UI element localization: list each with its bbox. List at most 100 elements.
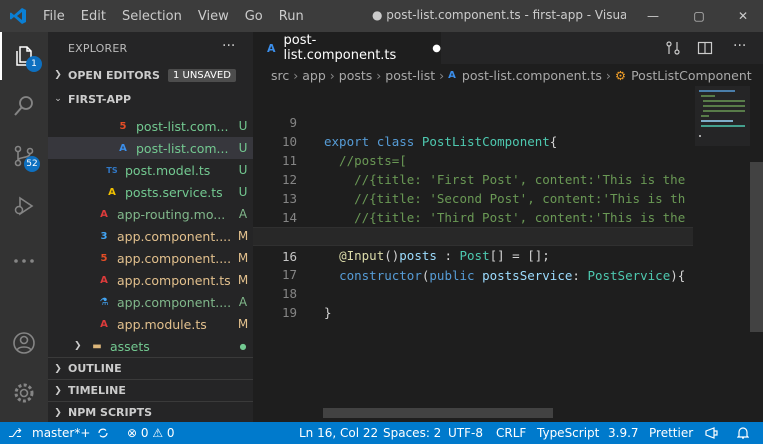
chevron-right-icon: › <box>293 67 299 83</box>
file-item[interactable]: A posts.service.ts U <box>48 181 253 203</box>
file-item[interactable]: 5 post-list.com... U <box>48 115 253 137</box>
project-section[interactable]: ⌄ FIRST-APP <box>48 88 253 110</box>
code-text: } <box>324 305 332 320</box>
title-bar: File Edit Selection View Go Run ● post-l… <box>0 0 763 32</box>
language-mode[interactable]: TypeScript <box>537 422 599 444</box>
angular-icon: A <box>119 142 127 154</box>
file-item[interactable]: TS post.model.ts U <box>48 159 253 181</box>
file-name: app.component.... <box>117 294 232 310</box>
search-activity-button[interactable] <box>0 82 48 130</box>
file-item[interactable]: A app-routing.mo... A <box>48 203 253 225</box>
minimap[interactable] <box>695 86 750 422</box>
encoding[interactable]: UTF-8 <box>448 422 483 444</box>
run-debug-activity-button[interactable] <box>0 182 48 230</box>
debug-icon <box>14 196 34 216</box>
manage-activity-button[interactable] <box>0 369 48 417</box>
accounts-activity-button[interactable] <box>0 319 48 367</box>
chevron-right-icon: ❯ <box>54 407 62 418</box>
unsaved-badge: 1 UNSAVED <box>167 68 236 82</box>
branch-status[interactable]: master*+ <box>32 422 90 444</box>
indentation[interactable]: Spaces: 2 <box>383 422 441 444</box>
ts-version[interactable]: 3.9.7 <box>608 422 639 444</box>
code-line: 14 //]; <box>253 189 693 244</box>
breadcrumb-item[interactable]: post-list.component.ts <box>462 68 602 83</box>
explorer-more-button[interactable]: ··· <box>222 38 235 54</box>
menu-go[interactable]: Go <box>245 9 263 24</box>
more-activity-button[interactable] <box>0 237 48 285</box>
vertical-scrollbar[interactable] <box>750 86 763 422</box>
npm-scripts-section[interactable]: ❯ NPM SCRIPTS <box>48 401 253 423</box>
problems-indicator[interactable]: ⊗ 0 ⚠ 0 <box>127 422 175 444</box>
folder-status-dot: ● <box>239 341 247 351</box>
close-button[interactable]: ✕ <box>728 0 758 32</box>
code-line: 9 export class PostListComponent{ <box>253 94 693 149</box>
chevron-right-icon: ❯ <box>54 385 62 396</box>
file-item[interactable]: 5 app.component.... M <box>48 247 253 269</box>
npm-scripts-label: NPM SCRIPTS <box>68 406 153 419</box>
notifications-bell-icon[interactable] <box>737 426 749 440</box>
breadcrumb: src › app › posts › post-list › A post-list.… <box>253 64 763 86</box>
code-line: 15 @Input()posts : Post[] = []; <box>253 208 693 263</box>
maximize-button[interactable]: ▢ <box>684 0 714 32</box>
vscode-logo-icon <box>10 8 26 24</box>
ellipsis-icon <box>14 259 34 263</box>
menu-view[interactable]: View <box>198 9 229 24</box>
service-icon: A <box>108 186 116 198</box>
tab-post-list-component-ts[interactable]: A post-list.component.ts ● <box>253 32 441 64</box>
menu-run[interactable]: Run <box>279 9 304 24</box>
outline-section[interactable]: ❯ OUTLINE <box>48 357 253 379</box>
file-item-selected[interactable]: A post-list.com... U <box>48 137 253 159</box>
end-of-line[interactable]: CRLF <box>496 422 526 444</box>
project-label: FIRST-APP <box>68 92 132 106</box>
menu-file[interactable]: File <box>43 9 65 24</box>
file-status: M <box>237 229 249 243</box>
breadcrumb-item[interactable]: src <box>271 68 289 83</box>
file-item[interactable]: A app.component.ts M <box>48 269 253 291</box>
file-item[interactable]: 3 app.component.... M <box>48 225 253 247</box>
folder-name: assets <box>110 338 150 354</box>
scroll-thumb[interactable] <box>750 162 763 332</box>
sync-icon[interactable] <box>97 427 109 439</box>
feedback-icon[interactable] <box>705 427 719 439</box>
menu-edit[interactable]: Edit <box>81 9 106 24</box>
chevron-right-icon: ❯ <box>54 363 62 374</box>
flask-icon: ⚗ <box>99 296 109 308</box>
horizontal-scroll-thumb[interactable] <box>323 408 553 418</box>
split-editor-icon[interactable] <box>697 40 713 56</box>
unsaved-dot-icon[interactable]: ● <box>432 43 441 54</box>
breadcrumb-item[interactable]: posts <box>339 68 373 83</box>
chevron-right-icon: ❯ <box>74 341 82 351</box>
angular-icon: A <box>100 274 108 286</box>
status-bar: ⎇ master*+ ⊗ 0 ⚠ 0 Ln 16, Col 22 Spaces:… <box>0 422 763 444</box>
file-name: app.component.ts <box>117 272 231 288</box>
open-editors-section[interactable]: ❯ OPEN EDITORS 1 UNSAVED <box>48 64 253 86</box>
formatter[interactable]: Prettier <box>649 422 693 444</box>
git-branch-icon: ⎇ <box>8 426 22 440</box>
open-editors-label: OPEN EDITORS <box>68 68 160 82</box>
minimize-button[interactable]: — <box>638 0 668 32</box>
timeline-label: TIMELINE <box>68 384 126 397</box>
html-icon: 5 <box>119 120 127 132</box>
chevron-down-icon: ⌄ <box>54 94 62 104</box>
folder-item[interactable]: ❯ ▬ assets ● <box>48 335 253 357</box>
open-changes-icon[interactable] <box>665 40 681 56</box>
file-item[interactable]: A app.module.ts M <box>48 313 253 335</box>
file-name: post-list.com... <box>136 118 229 134</box>
file-item[interactable]: ⚗ app.component.... A <box>48 291 253 313</box>
file-name: app.component.... <box>117 228 232 244</box>
breadcrumb-item[interactable]: app <box>302 68 326 83</box>
editor-more-button[interactable]: ··· <box>733 38 746 54</box>
code-line: 11 //{title: 'First Post', content:'This… <box>253 132 693 187</box>
breadcrumb-item[interactable]: post-list <box>385 68 435 83</box>
chevron-right-icon: › <box>605 67 611 83</box>
source-control-badge: 52 <box>24 156 40 172</box>
menu-selection[interactable]: Selection <box>122 9 182 24</box>
file-status: M <box>237 251 249 265</box>
code-line: 13 //{title: 'Third Post', content:'This… <box>253 170 693 225</box>
source-control-activity-button[interactable]: 52 <box>0 132 48 180</box>
breadcrumb-item[interactable]: PostListComponent <box>631 68 752 83</box>
explorer-activity-button[interactable]: 1 <box>0 32 48 80</box>
timeline-section[interactable]: ❯ TIMELINE <box>48 379 253 401</box>
typescript-icon: TS <box>106 165 118 175</box>
cursor-position[interactable]: Ln 16, Col 22 <box>299 422 378 444</box>
